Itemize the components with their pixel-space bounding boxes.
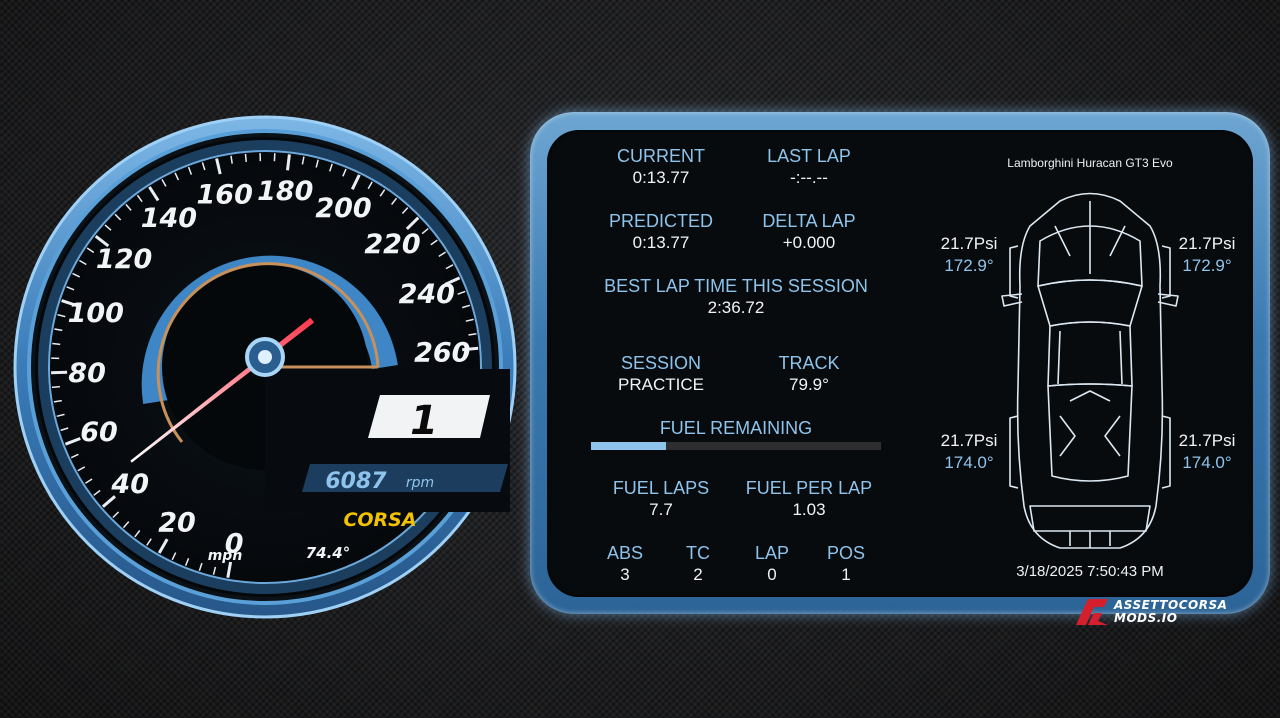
car-engine-louvres [1059, 390, 1121, 457]
current-lap-block: CURRENT 0:13.77 [576, 145, 746, 189]
tyre-front-right-pressure: 21.7Psi [1178, 234, 1236, 253]
car-roof-lines [1057, 330, 1123, 385]
tyre-rear-left-pressure: 21.7Psi [940, 431, 998, 450]
last-lap-block: LAST LAP -:--.-- [724, 145, 894, 189]
best-lap-value: 2:36.72 [707, 298, 765, 317]
car-engine-cover [1047, 383, 1133, 482]
rpm-value: 6087 [325, 469, 387, 494]
tyre-rear-left-temp: 174.0° [944, 453, 994, 472]
speedometer-svg: 020406080100120140160 180200220240260 1 6… [13, 115, 517, 619]
fuel-laps-value: 7.7 [649, 500, 673, 519]
fuel-remaining-block: FUEL REMAINING [576, 417, 896, 439]
minor-tick [52, 342, 61, 346]
pos-value: 1 [841, 565, 851, 584]
delta-lap-label: DELTA LAP [762, 211, 856, 231]
tyre-rear-right-temp: 174.0° [1182, 453, 1232, 472]
fuel-laps-block: FUEL LAPS 7.7 [576, 477, 746, 521]
date-time: 3/18/2025 7:50:43 PM [1016, 563, 1164, 580]
tyre-rear-right-pressure: 21.7Psi [1178, 431, 1236, 450]
session-label: SESSION [620, 353, 702, 373]
car-windshield [1037, 279, 1143, 327]
speed-tick-label: 260 [414, 338, 470, 369]
speed-tick-label: 180 [257, 176, 313, 207]
fuel-remaining-label: FUEL REMAINING [659, 418, 813, 438]
predicted-block: PREDICTED 0:13.77 [576, 210, 746, 254]
major-tick [286, 154, 291, 171]
tyre-front-left-temp: 172.9° [944, 256, 994, 275]
speed-tick-label: 60 [80, 417, 118, 448]
fuel-laps-label: FUEL LAPS [612, 478, 710, 498]
fuel-per-lap-block: FUEL PER LAP 1.03 [724, 477, 894, 521]
tyre-rear-left: 21.7Psi 174.0° [914, 430, 1024, 474]
tyre-front-right-temp: 172.9° [1182, 256, 1232, 275]
speed-tick-label: 160 [197, 180, 253, 211]
gear-indicator: 1 [410, 398, 438, 444]
best-lap-block: BEST LAP TIME THIS SESSION 2:36.72 [576, 275, 896, 319]
needle-hub-center [258, 350, 272, 364]
tyre-front-left: 21.7Psi 172.9° [914, 233, 1024, 277]
current-value: 0:13.77 [632, 168, 690, 187]
tyre-front-left-pressure: 21.7Psi [940, 234, 998, 253]
predicted-value: 0:13.77 [632, 233, 690, 252]
session-block: SESSION PRACTICE [576, 352, 746, 396]
tyre-front-right: 21.7Psi 172.9° [1152, 233, 1262, 277]
fuel-remaining-bar [591, 442, 881, 450]
speed-tick-label: 220 [364, 229, 420, 260]
logo-text-line1: ASSETTOCORSA [1114, 598, 1228, 612]
last-lap-value: -:--.-- [790, 168, 828, 187]
pos-label: POS [826, 543, 865, 563]
speedometer-gauge: 0 20 40 60 80 100 120 140 160 180 200 220 240 260 1 6… [10, 112, 520, 622]
last-lap-label: LAST LAP [767, 146, 851, 166]
speed-tick-label: 240 [399, 279, 455, 310]
logo-mark-icon [1076, 599, 1108, 625]
rpm-unit: rpm [406, 475, 434, 491]
current-label: CURRENT [617, 146, 705, 166]
delta-lap-value: +0.000 [782, 233, 836, 252]
assettocorsa-mods-logo: ASSETTOCORSA MODS.IO [1074, 597, 1244, 627]
track-label: TRACK [778, 353, 840, 373]
track-value: 79.9° [789, 375, 829, 394]
speed-tick-label: 120 [96, 244, 152, 275]
minor-tick [51, 385, 60, 389]
logo-text-line2: MODS.IO [1114, 611, 1178, 625]
best-lap-label: BEST LAP TIME THIS SESSION [604, 276, 868, 296]
speed-tick-label: 40 [110, 469, 149, 500]
brand-label: CORSA [343, 509, 416, 531]
speed-unit: mph [208, 548, 243, 564]
delta-lap-block: DELTA LAP +0.000 [724, 210, 894, 254]
car-name: Lamborghini Huracan GT3 Evo [1007, 156, 1173, 170]
car-rear-wing [1029, 505, 1151, 532]
speed-tick-label: 20 [158, 508, 196, 539]
minor-tick [244, 153, 247, 162]
track-temp-block: TRACK 79.9° [724, 352, 894, 396]
car-rear-diffuser [1069, 531, 1111, 548]
fuel-remaining-fill [591, 442, 667, 450]
fuel-per-lap-label: FUEL PER LAP [745, 478, 873, 498]
temperature-readout: 74.4° [306, 544, 351, 562]
speed-tick-label: 100 [68, 298, 124, 329]
predicted-label: PREDICTED [608, 211, 713, 231]
fuel-per-lap-value: 1.03 [792, 500, 826, 519]
speed-tick-label: 140 [141, 203, 197, 234]
pos-block: POS 1 [801, 542, 891, 586]
tyre-rear-right: 21.7Psi 174.0° [1152, 430, 1262, 474]
session-value: PRACTICE [618, 375, 704, 394]
speed-tick-label: 80 [68, 358, 106, 389]
speed-tick-label: 200 [315, 193, 371, 224]
